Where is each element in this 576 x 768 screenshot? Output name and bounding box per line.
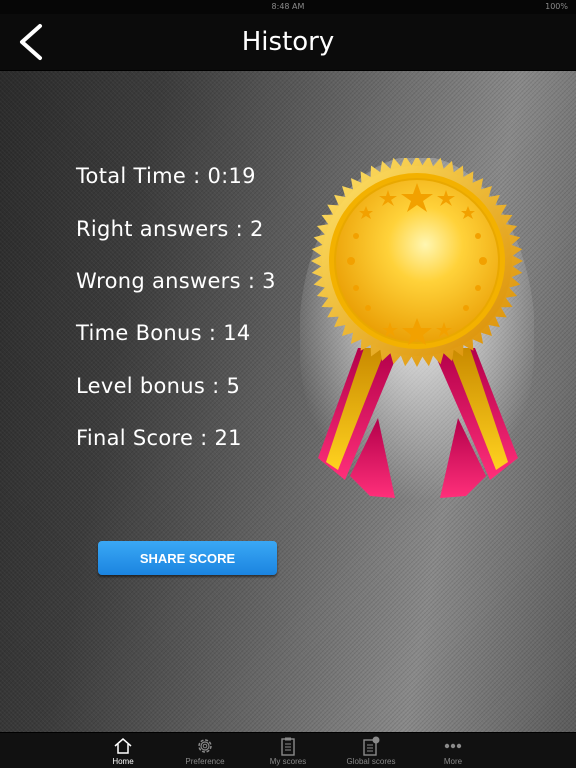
tab-home[interactable]: Home bbox=[81, 733, 165, 768]
stat-wrong-answers: Wrong answers : 3 bbox=[76, 269, 276, 293]
history-screen: 8:48 AM 100% History Total Time : 0:19 R… bbox=[0, 0, 576, 768]
tab-global-scores[interactable]: Global scores bbox=[329, 733, 413, 768]
tab-preference-label: Preference bbox=[185, 757, 225, 766]
tab-my-scores[interactable]: My scores bbox=[246, 733, 330, 768]
stat-final-score: Final Score : 21 bbox=[76, 426, 242, 450]
stat-time-bonus: Time Bonus : 14 bbox=[76, 321, 251, 345]
tab-more-label: More bbox=[443, 757, 463, 766]
stat-level-bonus: Level bonus : 5 bbox=[76, 374, 241, 398]
tab-preference[interactable]: Preference bbox=[163, 733, 247, 768]
tab-my-scores-label: My scores bbox=[269, 757, 307, 766]
share-score-button[interactable]: SHARE SCORE bbox=[98, 541, 277, 575]
global-scores-icon bbox=[363, 736, 380, 756]
more-dots-icon bbox=[444, 743, 462, 749]
stat-right-answers: Right answers : 2 bbox=[76, 217, 264, 241]
tab-bar: Home Preference My scores Global scores … bbox=[0, 732, 576, 768]
clipboard-icon bbox=[281, 737, 295, 756]
status-battery: 100% bbox=[545, 2, 568, 11]
gold-medal-ribbon-icon bbox=[300, 158, 534, 520]
tab-home-label: Home bbox=[112, 757, 134, 766]
home-icon bbox=[114, 738, 132, 754]
tab-more[interactable]: More bbox=[411, 733, 495, 768]
gear-icon bbox=[198, 739, 212, 753]
page-title: History bbox=[241, 27, 335, 57]
status-time: 8:48 AM bbox=[271, 2, 305, 11]
tab-global-scores-label: Global scores bbox=[346, 757, 396, 766]
nav-bar: History bbox=[0, 14, 576, 71]
stat-total-time: Total Time : 0:19 bbox=[76, 164, 256, 188]
status-bar: 8:48 AM 100% bbox=[0, 0, 576, 14]
